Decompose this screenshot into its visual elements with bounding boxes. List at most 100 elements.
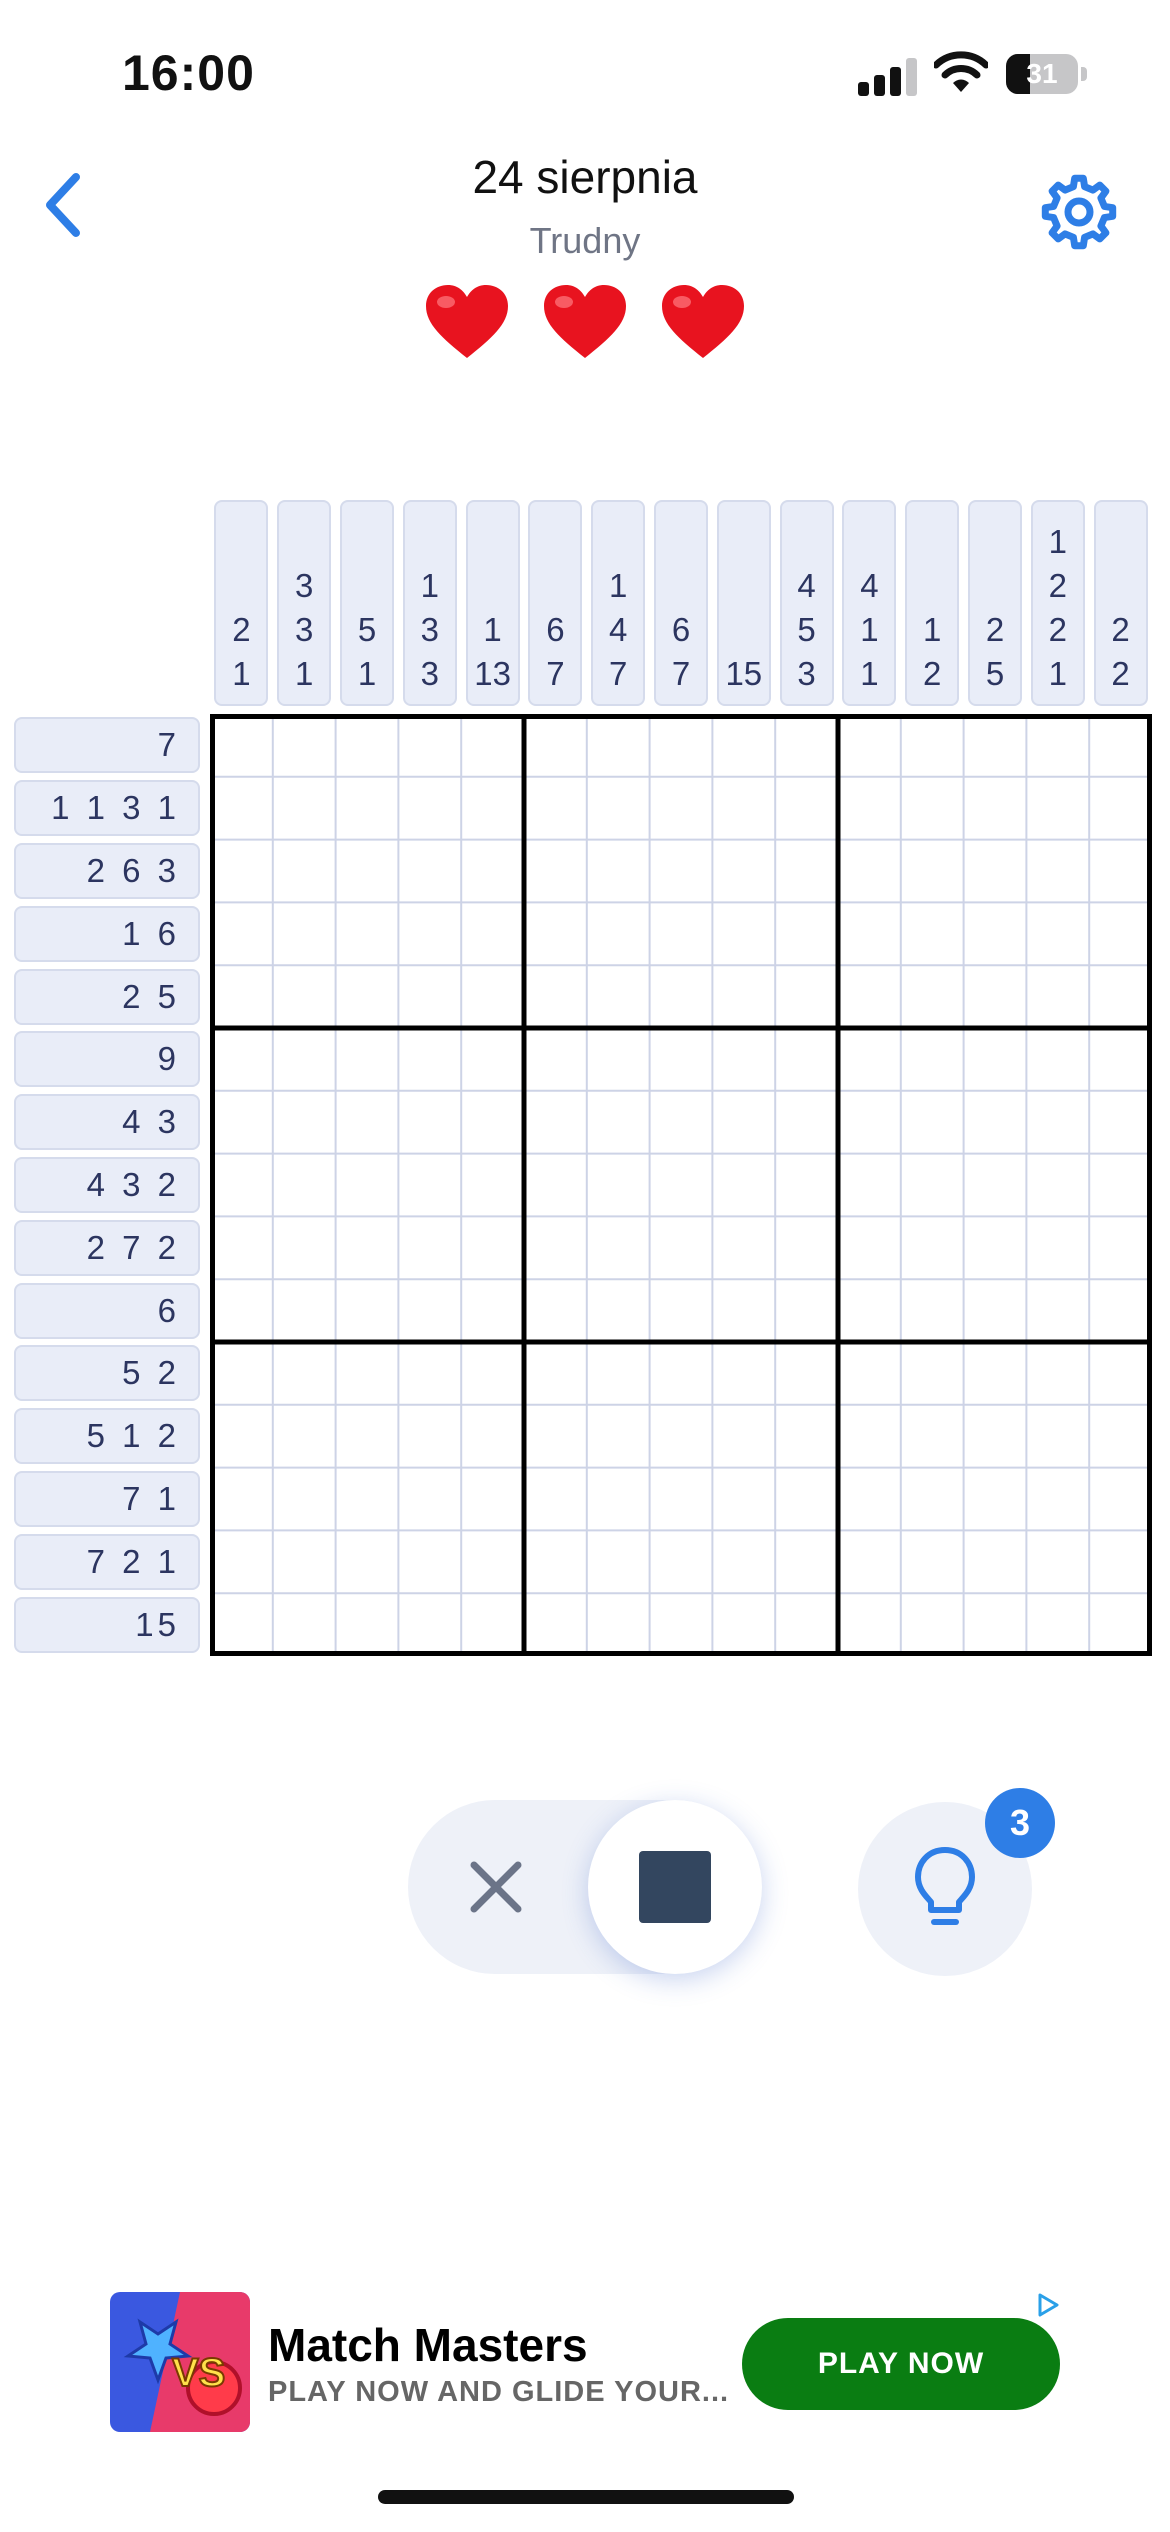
grid-cell[interactable]: [398, 1593, 462, 1656]
grid-cell[interactable]: [712, 1342, 776, 1405]
grid-cell[interactable]: [649, 965, 713, 1028]
grid-cell[interactable]: [335, 1404, 399, 1468]
grid-cell[interactable]: [1089, 839, 1152, 903]
grid-cell[interactable]: [586, 1279, 650, 1342]
grid-cell[interactable]: [398, 714, 462, 777]
grid-cell[interactable]: [900, 1530, 964, 1594]
grid-cell[interactable]: [272, 1467, 336, 1531]
grid-cell[interactable]: [461, 902, 524, 966]
grid-cell[interactable]: [524, 1090, 587, 1154]
grid-cell[interactable]: [963, 1028, 1027, 1091]
grid-cell[interactable]: [272, 1342, 336, 1405]
grid-cell[interactable]: [335, 1342, 399, 1405]
grid-cell[interactable]: [586, 1404, 650, 1468]
grid-cell[interactable]: [1089, 1342, 1152, 1405]
grid-cell[interactable]: [963, 1090, 1027, 1154]
grid-cell[interactable]: [461, 1028, 524, 1091]
grid-cell[interactable]: [461, 714, 524, 777]
grid-cell[interactable]: [210, 1028, 273, 1091]
grid-cell[interactable]: [775, 1028, 838, 1091]
grid-cell[interactable]: [524, 1342, 587, 1405]
ad-subtitle[interactable]: PLAY NOW AND GLIDE YOUR...: [268, 2376, 729, 2409]
grid-cell[interactable]: [900, 839, 964, 903]
grid-cell[interactable]: [272, 902, 336, 966]
grid-cell[interactable]: [398, 902, 462, 966]
grid-cell[interactable]: [712, 1593, 776, 1656]
grid-cell[interactable]: [775, 1216, 838, 1280]
grid-cell[interactable]: [335, 714, 399, 777]
grid-cell[interactable]: [1026, 1028, 1090, 1091]
grid-cell[interactable]: [398, 1216, 462, 1280]
grid-cell[interactable]: [461, 1467, 524, 1531]
grid-cell[interactable]: [1026, 776, 1090, 840]
grid-cell[interactable]: [398, 1530, 462, 1594]
grid-cell[interactable]: [775, 1153, 838, 1217]
grid-cell[interactable]: [1026, 1593, 1090, 1656]
grid-cell[interactable]: [1089, 714, 1152, 777]
grid-cell[interactable]: [1026, 1090, 1090, 1154]
grid-cell[interactable]: [524, 1216, 587, 1280]
grid-cell[interactable]: [1089, 1279, 1152, 1342]
grid-cell[interactable]: [210, 714, 273, 777]
grid-cell[interactable]: [335, 1467, 399, 1531]
grid-cell[interactable]: [838, 1467, 901, 1531]
grid-cell[interactable]: [398, 776, 462, 840]
grid-cell[interactable]: [775, 714, 838, 777]
grid-cell[interactable]: [272, 1090, 336, 1154]
grid-cell[interactable]: [398, 839, 462, 903]
grid-cell[interactable]: [838, 1342, 901, 1405]
fill-mode-button[interactable]: [588, 1800, 762, 1974]
grid-cell[interactable]: [1089, 965, 1152, 1028]
grid-cell[interactable]: [461, 1090, 524, 1154]
grid-cell[interactable]: [210, 1593, 273, 1656]
grid-cell[interactable]: [1026, 1153, 1090, 1217]
grid-cell[interactable]: [712, 1404, 776, 1468]
grid-cell[interactable]: [963, 1593, 1027, 1656]
grid-cell[interactable]: [900, 1153, 964, 1217]
grid-cell[interactable]: [272, 1028, 336, 1091]
grid-cell[interactable]: [712, 776, 776, 840]
grid-cell[interactable]: [461, 1342, 524, 1405]
grid-cell[interactable]: [1089, 1090, 1152, 1154]
grid-cell[interactable]: [335, 1028, 399, 1091]
grid-cell[interactable]: [712, 1467, 776, 1531]
grid-cell[interactable]: [838, 714, 901, 777]
grid-cell[interactable]: [524, 902, 587, 966]
grid-cell[interactable]: [775, 1593, 838, 1656]
grid-cell[interactable]: [649, 1279, 713, 1342]
grid-cell[interactable]: [335, 839, 399, 903]
cross-mode-button[interactable]: [430, 1820, 562, 1954]
grid-cell[interactable]: [210, 839, 273, 903]
grid-cell[interactable]: [210, 1467, 273, 1531]
grid-cell[interactable]: [398, 1279, 462, 1342]
grid-cell[interactable]: [335, 776, 399, 840]
grid-cell[interactable]: [272, 1404, 336, 1468]
grid-cell[interactable]: [1026, 714, 1090, 777]
grid-cell[interactable]: [586, 714, 650, 777]
grid-cell[interactable]: [838, 1090, 901, 1154]
grid-cell[interactable]: [524, 1530, 587, 1594]
grid-cell[interactable]: [649, 1404, 713, 1468]
grid-cell[interactable]: [461, 1153, 524, 1217]
grid-cell[interactable]: [1089, 1467, 1152, 1531]
grid-cell[interactable]: [963, 1467, 1027, 1531]
ad-play-now-button[interactable]: PLAY NOW: [742, 2318, 1060, 2410]
grid-cell[interactable]: [1089, 1216, 1152, 1280]
gear-icon[interactable]: [1035, 168, 1123, 256]
grid-cell[interactable]: [210, 1090, 273, 1154]
nonogram-grid[interactable]: [210, 714, 1152, 1656]
grid-cell[interactable]: [1026, 1404, 1090, 1468]
grid-cell[interactable]: [586, 902, 650, 966]
grid-cell[interactable]: [649, 1153, 713, 1217]
grid-cell[interactable]: [1089, 902, 1152, 966]
grid-cell[interactable]: [586, 1090, 650, 1154]
grid-cell[interactable]: [775, 902, 838, 966]
grid-cell[interactable]: [272, 839, 336, 903]
grid-cell[interactable]: [838, 1530, 901, 1594]
grid-cell[interactable]: [335, 1279, 399, 1342]
grid-cell[interactable]: [524, 965, 587, 1028]
grid-cell[interactable]: [900, 902, 964, 966]
ad-title[interactable]: Match Masters: [268, 2318, 588, 2372]
grid-cell[interactable]: [712, 1028, 776, 1091]
grid-cell[interactable]: [900, 1216, 964, 1280]
